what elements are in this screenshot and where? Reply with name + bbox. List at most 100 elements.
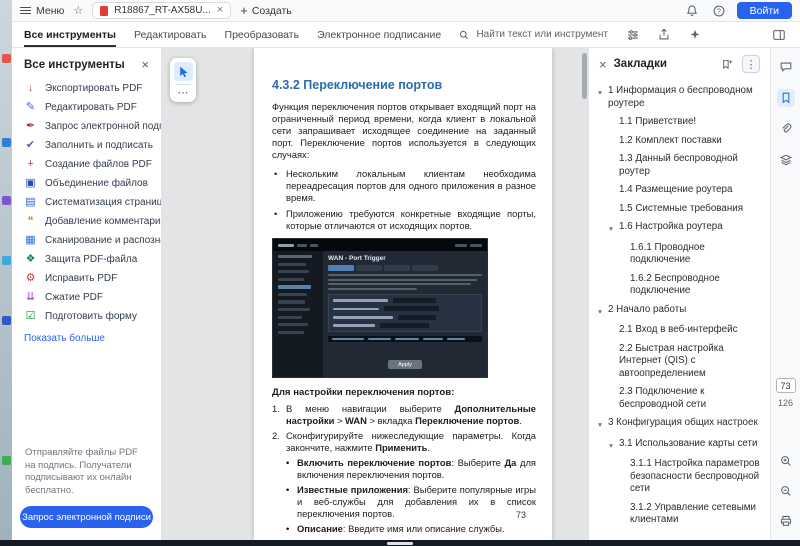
bookmark-item[interactable]: 1.2 Комплект поставки: [593, 132, 764, 151]
add-bookmark-icon[interactable]: [717, 55, 735, 73]
chevron-down-icon[interactable]: ▾: [595, 85, 605, 100]
bookmark-item[interactable]: ▾ 2 Начало работы: [593, 301, 764, 322]
new-tab-create-button[interactable]: + Создать: [240, 4, 292, 17]
tool-item[interactable]: ▤ Систематизация страниц: [12, 193, 161, 212]
menu-label: Меню: [36, 4, 65, 17]
tool-item[interactable]: ❖ Защита PDF-файла: [12, 250, 161, 269]
document-tab[interactable]: R18867_RT-AX58U... ×: [92, 2, 232, 19]
sign-in-button[interactable]: Войти: [736, 2, 792, 19]
desktop-icon[interactable]: [2, 456, 11, 465]
zoom-in-icon[interactable]: [777, 452, 795, 470]
tool-item[interactable]: ✔ Заполнить и подписать: [12, 136, 161, 155]
organize-pages-icon: ▤: [25, 196, 36, 208]
right-panel-toggle-icon[interactable]: [770, 26, 788, 44]
menu-button[interactable]: Меню: [20, 5, 64, 17]
share-icon[interactable]: [655, 26, 673, 44]
tool-item[interactable]: ✎ Редактировать PDF: [12, 98, 161, 117]
tool-item[interactable]: ⚙ Исправить PDF: [12, 269, 161, 288]
tool-label: Добавление комментария: [45, 216, 161, 227]
desktop-strip: [0, 0, 12, 540]
chevron-down-icon[interactable]: ▾: [595, 417, 605, 432]
bookmark-item[interactable]: 1.5 Системные требования: [593, 200, 764, 219]
bookmark-item[interactable]: ▾ 1 Информация о беспроводном роутере: [593, 82, 764, 113]
page-navigation: 73 126: [771, 378, 800, 408]
chevron-down-icon[interactable]: ▾: [606, 221, 616, 236]
notifications-bell-icon[interactable]: [683, 2, 701, 20]
bookmarks-panel: × Закладки ⋮ ▾ 1 Информация о беспроводно…: [588, 48, 770, 540]
bookmark-label: 2.1 Вход в веб-интерфейс: [619, 324, 738, 335]
chevron-down-icon[interactable]: ▾: [606, 438, 616, 453]
tool-item[interactable]: ⇊ Сжатие PDF: [12, 288, 161, 307]
current-page-box[interactable]: 73: [775, 378, 796, 393]
select-tool-button[interactable]: [173, 62, 193, 81]
tool-item[interactable]: ☑ Подготовить форму: [12, 307, 161, 326]
bookmark-item[interactable]: 2.1 Вход в веб-интерфейс: [593, 321, 764, 340]
tool-item[interactable]: ↓ Экспортировать PDF: [12, 79, 161, 98]
create-pdf-icon: +: [27, 158, 34, 170]
bookmark-item[interactable]: 1.3 Данный беспроводной роутер: [593, 150, 764, 181]
bookmark-label: 3.1.1 Настройка параметров безопасности …: [630, 458, 760, 494]
bookmark-item[interactable]: ▾ 3.1 Использование карты сети: [593, 435, 764, 456]
tool-item[interactable]: ▣ Объединение файлов: [12, 174, 161, 193]
bullet-item: • Нескольким локальным клиентам необходим…: [272, 168, 536, 204]
ai-assistant-icon[interactable]: [686, 26, 704, 44]
bookmark-item[interactable]: 3.1.2 Управление сетевыми клиентами: [593, 499, 764, 530]
zoom-out-icon[interactable]: [777, 482, 795, 500]
bookmark-item[interactable]: 1.6.2 Беспроводное подключение: [593, 270, 764, 301]
favorite-star-icon[interactable]: ☆: [73, 4, 83, 17]
desktop-icon[interactable]: [2, 316, 11, 325]
bookmark-item[interactable]: ▾ 1.6 Настройка роутера: [593, 218, 764, 239]
request-esign-button[interactable]: Запрос электронной подписи: [20, 506, 153, 528]
desktop-icon[interactable]: [2, 256, 11, 265]
show-more-link[interactable]: Показать больше: [12, 326, 161, 351]
pdf-page: 4.3.2 Переключение портов Функция перекл…: [254, 48, 552, 540]
toolbar-tab[interactable]: Преобразовать: [225, 22, 300, 47]
desktop-icon[interactable]: [2, 138, 11, 147]
scrollbar-thumb[interactable]: [582, 53, 587, 99]
bookmark-item[interactable]: 1.4 Размещение роутера: [593, 181, 764, 200]
tool-item[interactable]: ▦ Сканирование и распознав...: [12, 231, 161, 250]
toolbar-tab[interactable]: Все инструменты: [24, 22, 116, 47]
bookmark-item[interactable]: ▾ 3 Конфигурация общих настроек: [593, 414, 764, 435]
bookmark-label: 3 Конфигурация общих настроек: [608, 417, 758, 428]
bookmark-item[interactable]: 1.1 Приветствие!: [593, 113, 764, 132]
more-tools-icon[interactable]: ⋯: [178, 88, 189, 99]
comments-icon[interactable]: [777, 58, 795, 76]
taskbar[interactable]: [0, 540, 800, 546]
chevron-down-icon[interactable]: ▾: [595, 304, 605, 319]
bookmark-item[interactable]: 2.2 Быстрая настройка Интернет (QIS) с а…: [593, 340, 764, 384]
bookmark-label: 1.5 Системные требования: [619, 202, 744, 214]
step-item: 1. В меню навигации выберите Дополнительн…: [272, 403, 536, 427]
help-icon[interactable]: ?: [710, 2, 728, 20]
tool-label: Объединение файлов: [45, 178, 148, 189]
layers-icon[interactable]: [777, 151, 795, 169]
desktop-icon[interactable]: [2, 54, 11, 63]
bookmark-item[interactable]: 2.3 Подключение к беспроводной сети: [593, 383, 764, 414]
search-tool[interactable]: Найти текст или инструмент: [458, 22, 608, 47]
document-scrollbar[interactable]: [582, 50, 587, 538]
attachments-icon[interactable]: [777, 120, 795, 138]
close-tab-icon[interactable]: ×: [217, 5, 223, 16]
bookmark-label: 1.1 Приветствие!: [619, 116, 697, 127]
view-settings-icon[interactable]: [624, 26, 642, 44]
tool-item[interactable]: ❝ Добавление комментария: [12, 212, 161, 231]
tool-item[interactable]: + Создание файлов PDF: [12, 155, 161, 174]
document-tab-title: R18867_RT-AX58U...: [114, 5, 211, 16]
tool-label: Редактировать PDF: [45, 102, 137, 113]
close-bookmarks-icon[interactable]: ×: [599, 58, 607, 71]
print-icon[interactable]: [777, 512, 795, 530]
bookmark-item[interactable]: 3.1.1 Настройка параметров безопасности …: [593, 455, 764, 499]
bookmark-item[interactable]: 1.6.1 Проводное подключение: [593, 239, 764, 270]
bookmark-options-icon[interactable]: ⋮: [742, 55, 760, 73]
bookmarks-toggle-icon[interactable]: [776, 89, 795, 107]
bullet-marker: •: [286, 457, 290, 468]
close-tools-panel-icon[interactable]: ×: [141, 58, 149, 71]
tool-item[interactable]: ✒ Запрос электронной подпи...: [12, 117, 161, 136]
desktop-icon[interactable]: [2, 196, 11, 205]
toolbar-tab[interactable]: Электронное подписание: [317, 22, 441, 47]
toolbar-tab[interactable]: Редактировать: [134, 22, 207, 47]
create-label: Создать: [251, 4, 292, 17]
bullet-marker: •: [286, 484, 290, 495]
